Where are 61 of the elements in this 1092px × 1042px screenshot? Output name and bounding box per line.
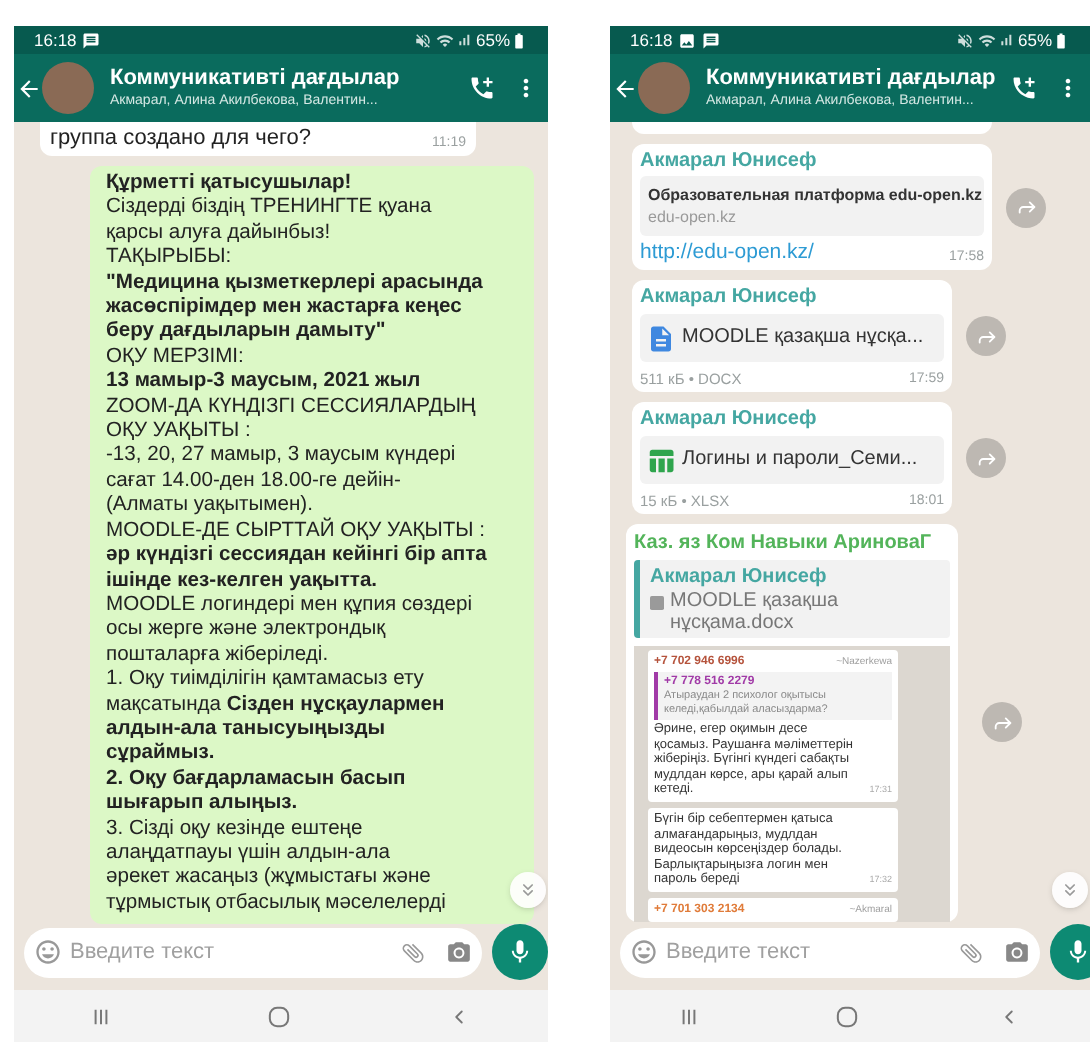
sender-name: Акмарал Юнисеф	[650, 564, 829, 590]
quoted-text: MOODLE қазақша нұсқама.docx	[670, 590, 841, 634]
avatar	[42, 62, 94, 114]
mic-icon	[1064, 938, 1090, 966]
avatar	[638, 62, 690, 114]
message-icon	[702, 31, 721, 49]
camera-icon[interactable]	[1004, 939, 1030, 965]
sender-name: Каз. яз Ком Навыки АриноваГ	[634, 530, 934, 556]
message-text: группа создано для чего?	[50, 126, 312, 152]
add-call-icon[interactable]	[1010, 74, 1038, 102]
chat-title[interactable]: Коммуникативті дағдылар	[110, 66, 460, 92]
mute-icon	[955, 31, 974, 49]
forward-icon	[975, 325, 997, 347]
message-text: Құрметті қатысушылар! Сіздерді біздің ТРЕНИНГТЕ қуана қарсы алуға дайынбыз! ТАҚЫРЫБЫ: "Медицина қызметкерлері арасында жасөспірімдер мен жастарға кеңес беру дағдыларын дамыту" ОҚУ МЕРЗІМІ: 13 мамыр-3 маусым, 2021 жыл ZOOM-ДА КҮНДІЗГІ СЕССИЯЛАРДЫҢ ОҚУ УАҚЫТЫ : -13, 20, 27 мамыр, 3 маусым күндері сағат 14.00-ден 18.00-ге дейін- (Алматы уақытымен). MOODLE-ДЕ СЫРТТАЙ ОҚУ УАҚЫТЫ : әр күндізгі сессиядан кейінгі бір апта ішінде кез-келген уақытта. MOODLE логиндері мен құпия сөздері осы жерге және электрондық пошталарға жіберіледі. 1. Оқу тиімділігін қамтамасыз ету мақсатында Сізден нұсқаулармен алдын-ала танысуыңызды сұраймыз. 2. Оқу бағдарламасын басып шығарып алыңыз. 3. Сізді оқу кезінде ештеңе алаңдатпауы үшін алдын-ала әрекет жасаңыз (жұмыстағы және тұрмыстық отбасылық мәселелерді	[106, 172, 487, 917]
add-call-icon[interactable]	[468, 74, 496, 102]
battery-level: 65%	[475, 27, 510, 53]
chat-title[interactable]: Коммуникативті дағдылар	[706, 66, 1002, 92]
clock: 16:18	[630, 27, 673, 53]
back-icon[interactable]	[612, 75, 638, 101]
chevrons-down-icon	[1060, 880, 1080, 900]
forward-icon	[991, 711, 1013, 734]
text-input[interactable]: Введите текст	[70, 935, 392, 969]
battery-icon	[1052, 31, 1070, 49]
file-icon	[650, 596, 664, 610]
quoted-message[interactable]: Акмарал Юнисеф MOODLE қазақша нұсқама.docx	[634, 560, 950, 638]
recent-apps-icon[interactable]	[92, 1007, 111, 1025]
forward-icon	[975, 447, 997, 469]
signal-icon	[455, 32, 472, 48]
emoji-icon[interactable]	[34, 938, 62, 966]
battery-icon	[510, 31, 528, 49]
text-input[interactable]: Введите текст	[666, 935, 950, 969]
file-name: MOODLE қазақша нұсқа...	[682, 326, 924, 350]
home-icon[interactable]	[267, 1005, 290, 1027]
recent-apps-icon[interactable]	[679, 1007, 698, 1025]
emoji-icon[interactable]	[630, 938, 658, 966]
wifi-icon	[977, 31, 996, 49]
clock: 16:18	[34, 27, 77, 53]
message-input[interactable]: Введите текст	[620, 927, 1040, 977]
wifi-icon	[435, 31, 454, 49]
link-preview[interactable]: Образовательная платформа edu-open.kz edu-open.kz	[640, 176, 984, 236]
signal-icon	[997, 32, 1014, 48]
home-icon[interactable]	[836, 1005, 859, 1027]
battery-level: 65%	[1017, 27, 1052, 53]
message-icon	[82, 31, 101, 49]
document-attachment[interactable]: Логины и пароли_Семи...	[640, 436, 944, 484]
back-icon[interactable]	[16, 75, 42, 101]
file-name: Логины и пароли_Семи...	[682, 448, 918, 472]
document-attachment[interactable]: MOODLE қазақша нұсқа...	[640, 314, 944, 362]
mic-button[interactable]	[1050, 924, 1090, 980]
preview-domain: edu-open.kz	[648, 206, 739, 228]
forward-icon	[1015, 196, 1037, 218]
mic-icon	[506, 938, 534, 966]
message-input[interactable]: Введите текст	[24, 927, 482, 977]
image-icon	[678, 31, 697, 49]
sender-name: Акмарал Юнисеф	[640, 148, 819, 174]
chevrons-down-icon	[518, 880, 538, 900]
mute-icon	[413, 31, 432, 49]
sender-name: Акмарал Юнисеф	[640, 284, 819, 310]
mic-button[interactable]	[492, 924, 548, 980]
sender-name: Акмарал Юнисеф	[640, 406, 819, 432]
camera-icon[interactable]	[446, 939, 472, 965]
